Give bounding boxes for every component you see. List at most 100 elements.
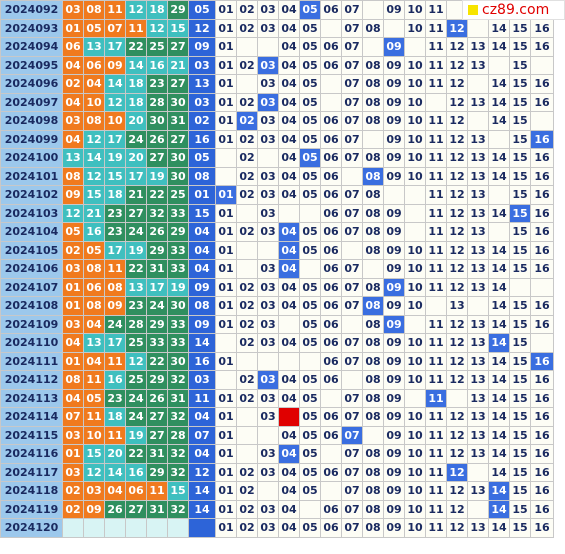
blue-trend-cell: 01 <box>215 481 237 501</box>
red-ball-cell: 12 <box>62 203 84 223</box>
blue-trend-cell: 14 <box>488 277 510 297</box>
red-ball-cell: 29 <box>146 240 168 260</box>
red-ball-cell: 04 <box>83 74 105 94</box>
blue-trend-cell: 11 <box>425 18 447 38</box>
blue-trend-cell: 04 <box>278 499 300 519</box>
blue-trend-cell: 04 <box>278 388 300 408</box>
blue-trend-cell <box>404 314 426 334</box>
blue-trend-cell: 13 <box>467 185 489 205</box>
blue-trend-cell: 06 <box>320 259 342 279</box>
blue-trend-cell <box>362 129 384 149</box>
blue-trend-cell <box>467 499 489 519</box>
blue-trend-cell: 11 <box>425 277 447 297</box>
blue-trend-cell: 11 <box>425 259 447 279</box>
blue-trend-cell <box>404 37 426 57</box>
blue-trend-cell: 02 <box>236 277 258 297</box>
blue-trend-cell: 07 <box>341 0 363 20</box>
blue-trend-cell: 14 <box>488 92 510 112</box>
blue-trend-cell: 03 <box>257 259 279 279</box>
blue-trend-cell: 09 <box>383 314 405 334</box>
blue-trend-cell: 09 <box>383 388 405 408</box>
blue-trend-cell: 06 <box>320 240 342 260</box>
period-cell: 2024116 <box>0 444 63 464</box>
blue-trend-cell: 07 <box>341 351 363 371</box>
blue-trend-cell: 07 <box>341 388 363 408</box>
blue-trend-cell: 10 <box>404 129 426 149</box>
blue-trend-cell: 05 <box>299 425 321 445</box>
blue-trend-cell <box>278 314 300 334</box>
blue-trend-cell: 11 <box>425 148 447 168</box>
blue-trend-cell: 10 <box>404 425 426 445</box>
blue-ball-cell: 14 <box>188 499 216 519</box>
red-ball-cell: 33 <box>167 259 189 279</box>
blue-trend-cell: 16 <box>530 296 554 316</box>
red-ball-cell: 11 <box>104 0 126 20</box>
red-ball-cell: 04 <box>83 314 105 334</box>
red-ball-cell: 11 <box>83 407 105 427</box>
blue-trend-cell: 11 <box>425 203 447 223</box>
blue-trend-cell: 16 <box>530 129 554 149</box>
red-ball-cell: 18 <box>104 185 126 205</box>
red-ball-cell: 08 <box>62 166 84 186</box>
blue-trend-cell <box>299 259 321 279</box>
blue-trend-cell: 01 <box>215 351 237 371</box>
blue-trend-cell: 15 <box>509 166 531 186</box>
red-ball-cell: 21 <box>83 203 105 223</box>
red-ball-cell: 02 <box>62 499 84 519</box>
red-ball-cell: 14 <box>83 148 105 168</box>
red-ball-cell: 08 <box>104 277 126 297</box>
blue-ball-cell: 09 <box>188 314 216 334</box>
blue-trend-cell: 10 <box>404 111 426 131</box>
site-logo[interactable]: cz89.com <box>462 0 565 20</box>
blue-trend-cell: 15 <box>509 111 531 131</box>
blue-trend-cell: 07 <box>341 18 363 38</box>
blue-trend-cell: 05 <box>299 462 321 482</box>
blue-trend-cell: 01 <box>215 74 237 94</box>
red-ball-cell: 19 <box>125 425 147 445</box>
period-cell: 2024100 <box>0 148 63 168</box>
blue-trend-cell: 05 <box>299 55 321 75</box>
blue-trend-cell: 07 <box>341 444 363 464</box>
table-row: 2024112 08 11 16 25 29 32 03 02 03 04 05 06 08 09 10 11 1… <box>0 370 554 390</box>
period-cell: 2024114 <box>0 407 63 427</box>
blue-trend-cell: 04 <box>278 18 300 38</box>
red-ball-cell: 23 <box>125 296 147 316</box>
red-ball-cell: 07 <box>104 18 126 38</box>
blue-trend-cell: 16 <box>530 259 554 279</box>
blue-trend-cell: 15 <box>509 481 531 501</box>
blue-ball-cell: 14 <box>188 481 216 501</box>
red-ball-cell: 11 <box>83 370 105 390</box>
red-ball-cell: 11 <box>104 425 126 445</box>
blue-trend-cell: 15 <box>509 148 531 168</box>
red-ball-cell: 24 <box>125 222 147 242</box>
red-ball-cell: 17 <box>104 37 126 57</box>
period-cell: 2024113 <box>0 388 63 408</box>
red-ball-cell: 22 <box>125 259 147 279</box>
table-row: 2024111 01 04 11 12 22 30 16 01 06 07 08 09 10 11 12 13 1… <box>0 351 554 371</box>
blue-trend-cell: 05 <box>299 222 321 242</box>
blue-trend-cell: 03 <box>257 111 279 131</box>
period-cell: 2024093 <box>0 18 63 38</box>
blue-trend-cell <box>362 37 384 57</box>
period-cell: 2024111 <box>0 351 63 371</box>
blue-trend-cell <box>362 0 384 20</box>
blue-trend-cell: 12 <box>446 462 468 482</box>
blue-trend-cell <box>530 277 554 297</box>
blue-trend-cell: 06 <box>320 148 342 168</box>
blue-ball-cell: 16 <box>188 129 216 149</box>
blue-trend-cell: 04 <box>278 55 300 75</box>
blue-trend-cell <box>257 481 279 501</box>
red-ball-cell: 10 <box>83 92 105 112</box>
blue-trend-cell: 10 <box>404 0 426 20</box>
blue-trend-cell: 01 <box>215 111 237 131</box>
blue-trend-cell: 03 <box>257 388 279 408</box>
period-cell: 2024104 <box>0 222 63 242</box>
red-ball-cell: 18 <box>125 92 147 112</box>
red-ball-cell: 01 <box>62 18 84 38</box>
blue-trend-cell: 10 <box>404 518 426 538</box>
blue-trend-cell: 12 <box>446 314 468 334</box>
blue-trend-cell: 16 <box>530 18 554 38</box>
blue-trend-cell <box>236 407 258 427</box>
blue-trend-cell: 10 <box>404 148 426 168</box>
blue-trend-cell: 09 <box>383 462 405 482</box>
